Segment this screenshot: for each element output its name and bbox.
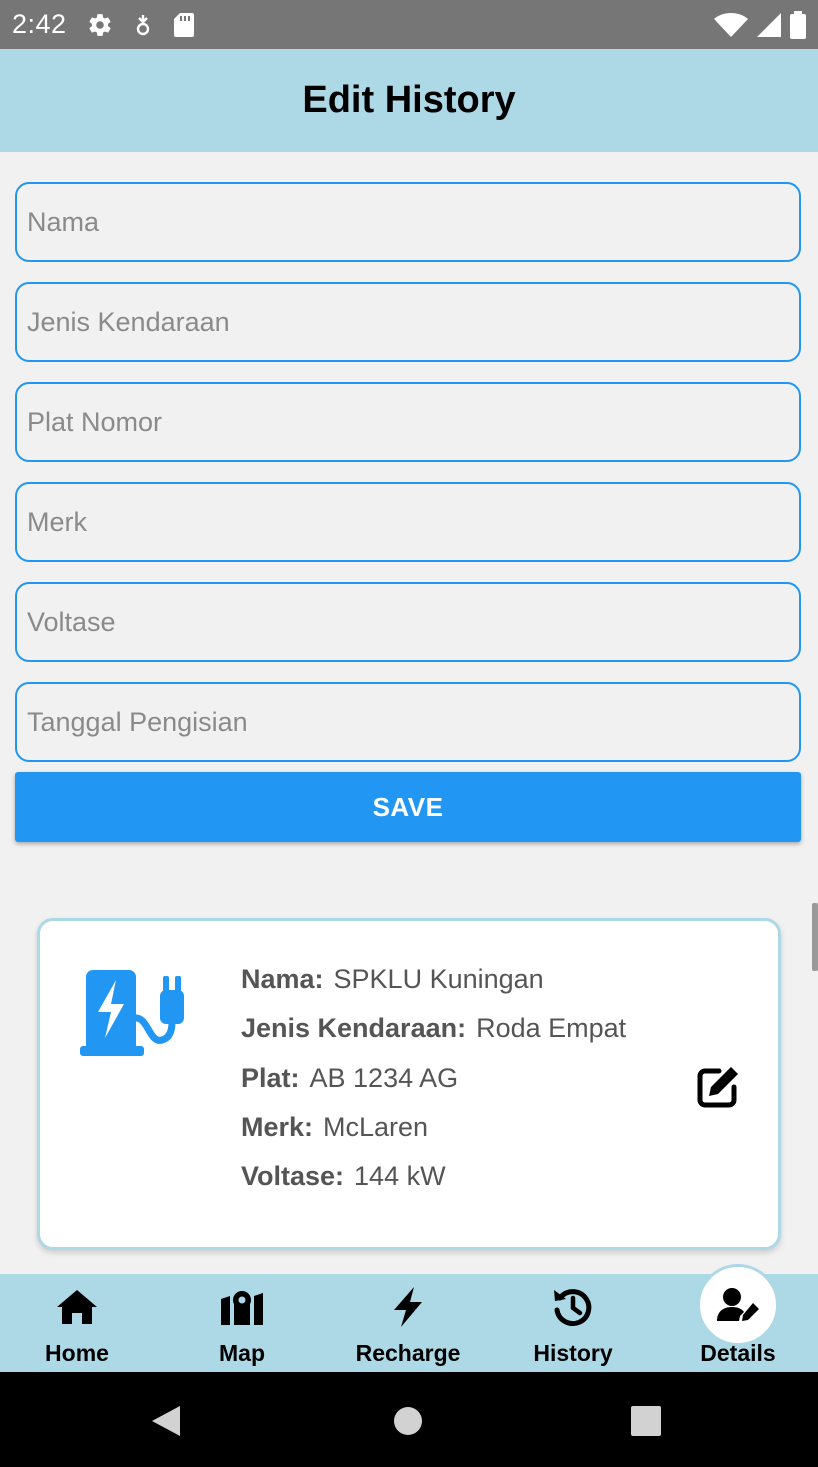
wifi-icon — [714, 12, 748, 37]
home-icon — [57, 1290, 97, 1324]
user-edit-icon — [717, 1288, 759, 1321]
nav-home[interactable]: Home — [0, 1274, 157, 1372]
nav-label: Recharge — [355, 1340, 461, 1366]
info-value: 144 kW — [354, 1161, 446, 1192]
nav-map[interactable]: Map — [162, 1274, 322, 1372]
system-nav-bar — [0, 1372, 818, 1467]
status-time: 2:42 — [12, 9, 67, 39]
map-icon — [221, 1291, 263, 1325]
nama-field[interactable] — [15, 182, 801, 262]
tanggal-pengisian-field[interactable] — [15, 682, 801, 762]
edit-icon[interactable] — [695, 1063, 741, 1109]
nav-label: History — [533, 1340, 613, 1366]
info-key: Merk: — [241, 1111, 314, 1142]
info-value: Roda Empat — [476, 1013, 627, 1044]
nav-label: Home — [45, 1340, 109, 1366]
info-value: McLaren — [323, 1111, 429, 1142]
app-bar: Edit History — [0, 49, 818, 152]
nav-recharge[interactable]: Recharge — [328, 1274, 488, 1372]
jenis-kendaraan-field[interactable] — [15, 282, 801, 362]
sd-card-icon — [173, 12, 194, 37]
card-row-merk: Merk: McLaren — [241, 1112, 626, 1161]
bottom-nav: Home Map Recharge History Details — [0, 1274, 818, 1372]
ev-charger-icon — [80, 970, 184, 1056]
battery-icon — [790, 10, 806, 39]
card-row-nama: Nama: SPKLU Kuningan — [241, 964, 626, 1013]
nav-label: Map — [219, 1340, 265, 1366]
merk-field[interactable] — [15, 482, 801, 562]
info-key: Jenis Kendaraan: — [241, 1013, 467, 1044]
home-circle-icon[interactable] — [393, 1406, 423, 1436]
card-row-voltase: Voltase: 144 kW — [241, 1161, 626, 1210]
plat-nomor-field[interactable] — [15, 382, 801, 462]
history-card: Nama: SPKLU Kuningan Jenis Kendaraan: Ro… — [37, 918, 781, 1250]
gear-icon — [89, 13, 111, 36]
info-value: AB 1234 AG — [309, 1062, 459, 1093]
bolt-icon — [394, 1287, 422, 1327]
info-key: Plat: — [241, 1062, 300, 1093]
back-icon[interactable] — [150, 1405, 182, 1437]
history-icon — [554, 1289, 592, 1327]
info-value: SPKLU Kuningan — [333, 964, 544, 994]
nav-history[interactable]: History — [493, 1274, 653, 1372]
recents-icon[interactable] — [631, 1406, 661, 1436]
voltase-field[interactable] — [15, 582, 801, 662]
card-row-jenis-kendaraan: Jenis Kendaraan: Roda Empat — [241, 1013, 626, 1062]
status-bar: 2:42 — [0, 0, 818, 49]
signal-icon — [757, 12, 781, 37]
nav-details-active-indicator[interactable] — [697, 1264, 779, 1346]
card-info: Nama: SPKLU Kuningan Jenis Kendaraan: Ro… — [241, 964, 626, 1210]
info-key: Nama: — [241, 964, 324, 994]
data-saver-icon — [136, 14, 149, 35]
page-title: Edit History — [302, 79, 516, 121]
save-button[interactable]: SAVE — [15, 772, 801, 842]
scrollbar[interactable] — [812, 903, 818, 971]
card-row-plat: Plat: AB 1234 AG — [241, 1063, 626, 1112]
info-key: Voltase: — [241, 1161, 345, 1192]
